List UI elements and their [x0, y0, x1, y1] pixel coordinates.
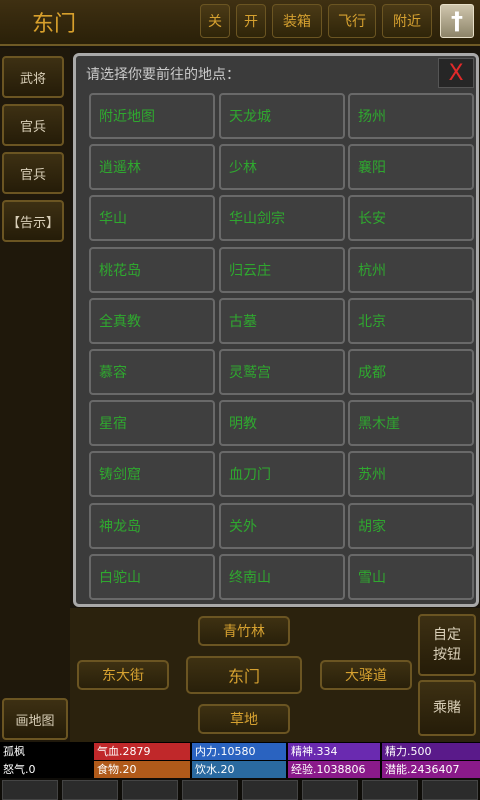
top-bar: 东门 关 开 装箱 飞行 附近 †: [0, 0, 480, 46]
rage-stat: 怒气.0: [3, 763, 36, 776]
mp-stat: 内力.10580: [192, 743, 286, 760]
place-button[interactable]: 全真教: [89, 298, 215, 344]
npc-item-guanbing-2[interactable]: 官兵: [2, 152, 64, 194]
place-button[interactable]: 桃花岛: [89, 247, 215, 293]
exit-south-button[interactable]: 草地: [198, 704, 290, 734]
dagger-icon[interactable]: †: [440, 4, 474, 38]
place-button[interactable]: 附近地图: [89, 93, 215, 139]
exit-west-button[interactable]: 东大街: [77, 660, 169, 690]
place-button[interactable]: 古墓: [219, 298, 345, 344]
player-name: 孤枫: [3, 745, 25, 758]
place-button[interactable]: 灵鹫宫: [219, 349, 345, 395]
spirit-stat: 精神.334: [288, 743, 380, 760]
current-location-button[interactable]: 东门: [186, 656, 302, 694]
place-button[interactable]: 天龙城: [219, 93, 345, 139]
draw-map-button[interactable]: 画地图: [2, 698, 68, 740]
place-button[interactable]: 血刀门: [219, 451, 345, 497]
gamble-button[interactable]: 乘賭: [418, 680, 476, 736]
custom-button[interactable]: 自定 按钮: [418, 614, 476, 676]
place-button[interactable]: 北京: [348, 298, 474, 344]
place-button[interactable]: 黑木崖: [348, 400, 474, 446]
place-button[interactable]: 雪山: [348, 554, 474, 600]
place-button[interactable]: 终南山: [219, 554, 345, 600]
energy-stat: 精力.500: [382, 743, 480, 760]
place-button[interactable]: 长安: [348, 195, 474, 241]
place-button[interactable]: 神龙岛: [89, 503, 215, 549]
toolbar-slot[interactable]: [62, 780, 118, 800]
exp-stat: 经验.1038806: [288, 761, 380, 778]
pack-button[interactable]: 装箱: [272, 4, 322, 38]
exit-north-button[interactable]: 青竹林: [198, 616, 290, 646]
place-grid: 附近地图 天龙城 扬州逍遥林 少林 襄阳华山 华山剑宗 长安桃花岛 归云庄 杭州全真教 古墓 北京慕…: [89, 93, 475, 601]
destination-dialog: 请选择你要前往的地点： X 附近地图 天龙城 扬州逍遥林 少林 襄阳华山 华山剑宗 长安桃花…: [73, 53, 479, 607]
fly-button[interactable]: 飞行: [328, 4, 376, 38]
toolbar-slot[interactable]: [242, 780, 298, 800]
toolbar-slot[interactable]: [122, 780, 178, 800]
water-stat: 饮水.20: [192, 761, 286, 778]
hp-stat: 气血.2879: [94, 743, 190, 760]
nearby-button[interactable]: 附近: [382, 4, 432, 38]
dialog-prompt: 请选择你要前往的地点：: [86, 67, 240, 83]
place-button[interactable]: 逍遥林: [89, 144, 215, 190]
place-button[interactable]: 华山: [89, 195, 215, 241]
place-button[interactable]: 归云庄: [219, 247, 345, 293]
exit-east-button[interactable]: 大驿道: [320, 660, 412, 690]
place-button[interactable]: 明教: [219, 400, 345, 446]
place-button[interactable]: 慕容: [89, 349, 215, 395]
open-door-button[interactable]: 开: [236, 4, 266, 38]
npc-item-guanbing-1[interactable]: 官兵: [2, 104, 64, 146]
toolbar-slot[interactable]: [302, 780, 358, 800]
place-button[interactable]: 少林: [219, 144, 345, 190]
place-button[interactable]: 星宿: [89, 400, 215, 446]
npc-item-wujiang[interactable]: 武将: [2, 56, 64, 98]
place-button[interactable]: 杭州: [348, 247, 474, 293]
npc-list: 武将 官兵 官兵 【告示】: [0, 48, 70, 742]
place-button[interactable]: 关外: [219, 503, 345, 549]
bottom-toolbar: [0, 778, 480, 800]
place-button[interactable]: 扬州: [348, 93, 474, 139]
place-button[interactable]: 成都: [348, 349, 474, 395]
place-button[interactable]: 华山剑宗: [219, 195, 345, 241]
close-icon[interactable]: X: [438, 58, 474, 88]
place-button[interactable]: 铸剑窟: [89, 451, 215, 497]
potential-stat: 潜能.2436407: [382, 761, 480, 778]
food-stat: 食物.20: [94, 761, 190, 778]
place-button[interactable]: 胡家: [348, 503, 474, 549]
toolbar-slot[interactable]: [182, 780, 238, 800]
place-button[interactable]: 苏州: [348, 451, 474, 497]
toolbar-slot[interactable]: [362, 780, 418, 800]
notice-board-item[interactable]: 【告示】: [2, 200, 64, 242]
place-button[interactable]: 襄阳: [348, 144, 474, 190]
location-title: 东门: [32, 12, 77, 37]
settings-gear-icon[interactable]: [422, 780, 478, 800]
close-door-button[interactable]: 关: [200, 4, 230, 38]
toolbar-slot[interactable]: [2, 780, 58, 800]
status-bar: 孤枫 气血.2879 内力.10580 精神.334 精力.500 怒气.0 食…: [0, 742, 480, 778]
place-button[interactable]: 白驼山: [89, 554, 215, 600]
